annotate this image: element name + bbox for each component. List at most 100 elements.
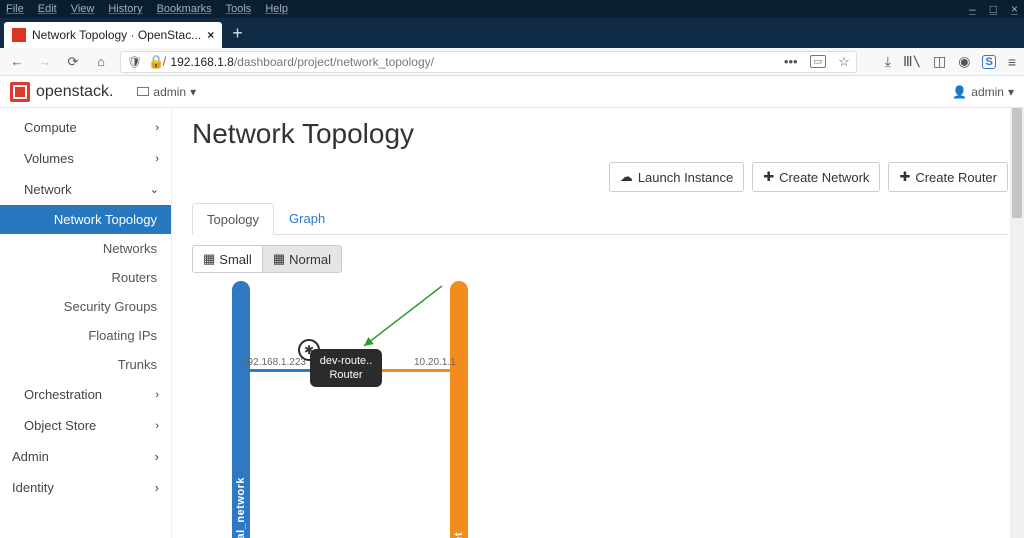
bookmark-icon[interactable]: ☆ bbox=[838, 54, 850, 70]
sidebar-item-label: Compute bbox=[24, 120, 77, 135]
cloud-upload-icon: ☁ bbox=[620, 169, 633, 185]
os-menu-item[interactable]: Tools bbox=[226, 3, 252, 15]
create-network-button[interactable]: ✚ Create Network bbox=[752, 162, 880, 192]
plus-icon: ✚ bbox=[763, 169, 774, 185]
openstack-favicon-icon bbox=[12, 28, 26, 42]
tab-graph[interactable]: Graph bbox=[274, 202, 340, 234]
sidebar-item-network[interactable]: Network ⌄ bbox=[0, 174, 171, 205]
chevron-right-icon: › bbox=[155, 449, 159, 464]
url-text: 192.168.1.8/dashboard/project/network_to… bbox=[170, 55, 434, 69]
os-menu-item[interactable]: Help bbox=[265, 3, 288, 15]
size-toggle: ▦ Small ▦ Normal bbox=[192, 245, 1008, 273]
sidebar-item-security-groups[interactable]: Security Groups bbox=[0, 292, 171, 321]
button-label: Launch Instance bbox=[638, 170, 733, 185]
sidebar-item-label: Object Store bbox=[24, 418, 96, 433]
grid-large-icon: ▦ bbox=[273, 251, 285, 267]
insecure-lock-icon: 🔒̸ bbox=[148, 54, 164, 70]
sidebar-item-label: Admin bbox=[12, 449, 49, 464]
sidebar-item-label: Volumes bbox=[24, 151, 74, 166]
home-button[interactable]: ⌂ bbox=[92, 54, 110, 69]
reader-icon[interactable]: ▭ bbox=[810, 55, 827, 68]
app-header: openstack. admin ▾ 👤 admin ▾ bbox=[0, 76, 1024, 108]
reload-button[interactable]: ⟳ bbox=[64, 54, 82, 70]
project-selector[interactable]: admin ▾ bbox=[137, 85, 196, 99]
sidebar-item-floating-ips[interactable]: Floating IPs bbox=[0, 321, 171, 350]
more-icon[interactable]: ••• bbox=[784, 54, 798, 69]
network-bar-external[interactable]: external_network bbox=[232, 281, 250, 538]
grid-small-icon: ▦ bbox=[203, 251, 215, 267]
chevron-right-icon: › bbox=[155, 153, 159, 165]
window-minimize-icon[interactable]: – bbox=[969, 2, 976, 16]
back-button[interactable]: ← bbox=[8, 54, 26, 69]
tab-title: Network Topology · OpenStac... bbox=[32, 28, 201, 42]
network-label: pvt_net bbox=[453, 532, 465, 538]
account-icon[interactable]: ◉ bbox=[958, 53, 970, 70]
chevron-right-icon: › bbox=[155, 420, 159, 432]
chevron-down-icon: ⌄ bbox=[150, 183, 159, 196]
user-icon: 👤 bbox=[952, 85, 967, 99]
brand-text: openstack. bbox=[36, 83, 113, 101]
os-menubar: File Edit View History Bookmarks Tools H… bbox=[0, 0, 1024, 18]
topology-canvas: external_network pvt_net 192.168.1.223 1… bbox=[192, 281, 1008, 538]
user-name: admin bbox=[971, 85, 1004, 99]
router-link-pvt bbox=[378, 369, 450, 372]
size-normal-button[interactable]: ▦ Normal bbox=[263, 245, 342, 273]
sidebar-item-identity[interactable]: Identity › bbox=[0, 472, 171, 503]
button-label: Normal bbox=[289, 252, 331, 267]
new-tab-button[interactable]: + bbox=[222, 23, 253, 44]
main-content: Network Topology ☁ Launch Instance ✚ Cre… bbox=[172, 108, 1024, 538]
caret-down-icon: ▾ bbox=[190, 85, 196, 99]
sidebar-item-label: Orchestration bbox=[24, 387, 102, 402]
caret-down-icon: ▾ bbox=[1008, 85, 1014, 99]
plus-icon: ✚ bbox=[899, 169, 910, 185]
sidebar-item-networks[interactable]: Networks bbox=[0, 234, 171, 263]
sidebar-item-trunks[interactable]: Trunks bbox=[0, 350, 171, 379]
library-icon[interactable]: Ⅲ\ bbox=[903, 54, 921, 70]
os-menu-item[interactable]: History bbox=[108, 3, 142, 15]
openstack-logo[interactable]: openstack. bbox=[10, 82, 113, 102]
sidebar-item-label: Network bbox=[24, 182, 72, 197]
window-close-icon[interactable]: × bbox=[1011, 2, 1018, 16]
sidebar-item-object-store[interactable]: Object Store › bbox=[0, 410, 171, 441]
os-menu-item[interactable]: Edit bbox=[38, 3, 57, 15]
download-icon[interactable]: ⤓ bbox=[885, 53, 891, 70]
openstack-logo-icon bbox=[10, 82, 30, 102]
sidebar-item-routers[interactable]: Routers bbox=[0, 263, 171, 292]
sidebar-item-network-topology[interactable]: Network Topology bbox=[0, 205, 171, 234]
url-field[interactable]: 🛡 🔒̸ 192.168.1.8/dashboard/project/netwo… bbox=[120, 51, 857, 73]
window-maximize-icon[interactable]: □ bbox=[990, 2, 997, 16]
size-small-button[interactable]: ▦ Small bbox=[192, 245, 263, 273]
os-menu-item[interactable]: View bbox=[71, 3, 95, 15]
shield-icon[interactable]: 🛡 bbox=[127, 55, 142, 69]
page-actions: ••• ▭ ☆ bbox=[784, 54, 850, 70]
router-node[interactable]: ✱ dev-route.. Router bbox=[310, 349, 382, 387]
sidebar-item-label: Identity bbox=[12, 480, 54, 495]
sidebar-icon[interactable]: ◫ bbox=[933, 53, 946, 70]
scrollbar[interactable] bbox=[1010, 108, 1024, 538]
network-label: external_network bbox=[235, 477, 247, 538]
browser-tab[interactable]: Network Topology · OpenStac... × bbox=[4, 22, 222, 48]
close-tab-icon[interactable]: × bbox=[207, 28, 214, 42]
os-menu-item[interactable]: File bbox=[6, 3, 24, 15]
os-menu-item[interactable]: Bookmarks bbox=[157, 3, 212, 15]
launch-instance-button[interactable]: ☁ Launch Instance bbox=[609, 162, 744, 192]
button-label: Create Network bbox=[779, 170, 869, 185]
browser-toolbar: ← → ⟳ ⌂ 🛡 🔒̸ 192.168.1.8/dashboard/proje… bbox=[0, 48, 1024, 76]
scrollbar-thumb[interactable] bbox=[1012, 108, 1022, 218]
action-buttons: ☁ Launch Instance ✚ Create Network ✚ Cre… bbox=[192, 162, 1008, 192]
page-title: Network Topology bbox=[192, 118, 1008, 150]
chevron-right-icon: › bbox=[155, 480, 159, 495]
menu-icon[interactable]: ≡ bbox=[1008, 54, 1016, 70]
view-tabs: Topology Graph bbox=[192, 202, 1008, 235]
sidebar-item-compute[interactable]: Compute › bbox=[0, 112, 171, 143]
interface-ip-right: 10.20.1.1 bbox=[414, 357, 456, 368]
network-bar-pvt[interactable]: pvt_net bbox=[450, 281, 468, 538]
sidebar-item-orchestration[interactable]: Orchestration › bbox=[0, 379, 171, 410]
sidebar: Compute › Volumes › Network ⌄ Network To… bbox=[0, 108, 172, 538]
tab-topology[interactable]: Topology bbox=[192, 203, 274, 235]
extension-icon[interactable]: S bbox=[982, 55, 995, 69]
sidebar-item-volumes[interactable]: Volumes › bbox=[0, 143, 171, 174]
user-menu[interactable]: 👤 admin ▾ bbox=[952, 85, 1014, 99]
sidebar-item-admin[interactable]: Admin › bbox=[0, 441, 171, 472]
create-router-button[interactable]: ✚ Create Router bbox=[888, 162, 1008, 192]
